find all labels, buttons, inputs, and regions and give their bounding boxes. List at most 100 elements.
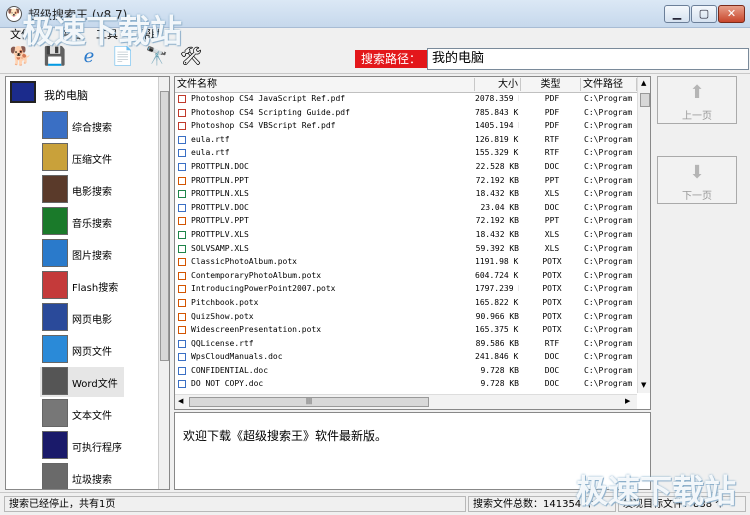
cell-file-type: DOC xyxy=(544,365,560,375)
table-row[interactable]: IntroducingPowerPoint2007.potx 1797.239 K… xyxy=(175,282,637,296)
minimize-button[interactable]: ▁ xyxy=(664,5,690,23)
nav-item-2[interactable]: 压缩文件 xyxy=(40,143,124,173)
nav-item-8[interactable]: 网页文件 xyxy=(40,335,124,365)
nav-item-11[interactable]: 可执行程序 xyxy=(40,431,124,461)
table-row[interactable]: PROTTPLV.XLS 18.432 KB XLS C:\Program xyxy=(175,228,637,242)
nav-item-6[interactable]: Flash搜索 xyxy=(40,271,124,301)
file-type-icon xyxy=(178,176,186,185)
search-path-field[interactable]: 我的电脑 xyxy=(427,48,749,70)
table-row[interactable]: eula.rtf 155.329 KB RTF C:\Program xyxy=(175,146,637,160)
cell-file-name: CONFIDENTIAL.doc xyxy=(191,365,269,375)
nav-item-label: 网页文件 xyxy=(72,347,112,358)
archive-icon xyxy=(42,143,68,171)
table-row[interactable]: Photoshop CS4 Scripting Guide.pdf 785.843… xyxy=(175,106,637,120)
file-type-icon xyxy=(178,258,186,267)
table-row[interactable]: CONFIDENTIAL.doc 9.728 KB DOC C:\Program xyxy=(175,364,637,378)
nav-item-10[interactable]: 文本文件 xyxy=(40,399,124,429)
cell-file-path: C:\Program xyxy=(584,297,633,307)
nav-scrollbar[interactable] xyxy=(158,77,169,489)
cell-file-type: XLS xyxy=(544,229,560,239)
cell-file-name: PROTTPLN.DOC xyxy=(191,161,249,171)
nav-item-3[interactable]: 电影搜索 xyxy=(40,175,124,205)
table-row[interactable]: PROTTPLV.DOC 23.04 KB DOC C:\Program xyxy=(175,201,637,215)
table-row[interactable]: PROTTPLN.XLS 18.432 KB XLS C:\Program xyxy=(175,187,637,201)
nav-root-my-computer[interactable]: 我的电脑 xyxy=(44,87,88,103)
cell-file-type: POTX xyxy=(542,257,562,267)
table-vertical-scrollbar-thumb[interactable] xyxy=(640,93,650,107)
cell-file-name: PROTTPLV.PPT xyxy=(191,216,249,226)
scroll-left-arrow[interactable]: ◀ xyxy=(178,397,183,405)
table-horizontal-scrollbar-thumb[interactable]: ||| xyxy=(189,397,429,407)
table-row[interactable]: WidescreenPresentation.potx 165.375 KB POT… xyxy=(175,323,637,337)
table-row[interactable]: QuizShow.potx 90.966 KB POTX C:\Program xyxy=(175,310,637,324)
cell-file-type: RTF xyxy=(544,338,560,348)
table-row[interactable]: PROTTPLV.PPT 72.192 KB PPT C:\Program xyxy=(175,214,637,228)
cell-file-size: 90.966 KB xyxy=(475,311,519,321)
nav-item-9[interactable]: Word文件 xyxy=(40,367,124,397)
table-body: Photoshop CS4 JavaScript Ref.pdf 2078.359… xyxy=(175,92,637,391)
table-row[interactable]: SOLVSAMP.XLS 59.392 KB XLS C:\Program xyxy=(175,242,637,256)
next-page-button[interactable]: ⬇ 下一页 xyxy=(657,156,737,204)
column-header-size[interactable]: 大小 xyxy=(475,78,521,91)
table-row[interactable]: Pitchbook.potx 165.822 KB POTX C:\Program xyxy=(175,296,637,310)
table-row[interactable]: Photoshop CS4 VBScript Ref.pdf 1405.194 K… xyxy=(175,119,637,133)
message-text: 欢迎下载《超级搜索王》软件最新版。 xyxy=(183,429,388,443)
nav-item-4[interactable]: 音乐搜索 xyxy=(40,207,124,237)
cell-file-type: PPT xyxy=(544,216,560,226)
cell-file-path: C:\Program xyxy=(584,189,633,199)
cell-file-size: 2078.359 KB xyxy=(475,94,519,103)
cell-file-size: 23.04 KB xyxy=(480,202,519,212)
cell-file-name: PROTTPLN.PPT xyxy=(191,175,249,185)
text-file-icon xyxy=(42,399,68,427)
cell-file-size: 1191.98 KB xyxy=(475,257,519,267)
column-header-path[interactable]: 文件路径 xyxy=(581,78,637,91)
nav-item-12[interactable]: 垃圾搜索 xyxy=(40,463,124,489)
cell-file-name: SOLVSAMP.XLS xyxy=(191,243,249,253)
table-row[interactable]: PROTTPLN.DOC 22.528 KB DOC C:\Program xyxy=(175,160,637,174)
scroll-right-arrow[interactable]: ▶ xyxy=(625,397,630,405)
nav-item-label: Word文件 xyxy=(72,379,118,390)
close-button[interactable]: ✕ xyxy=(718,5,745,23)
maximize-button[interactable]: ▢ xyxy=(691,5,717,23)
cell-file-size: 155.329 KB xyxy=(475,148,519,158)
nav-item-label: 压缩文件 xyxy=(72,155,112,166)
nav-scrollbar-thumb[interactable] xyxy=(160,91,169,361)
arrow-up-icon: ⬆ xyxy=(689,82,705,103)
cell-file-size: 604.724 KB xyxy=(475,270,519,280)
table-row[interactable]: ContemporaryPhotoAlbum.potx 604.724 KB POT… xyxy=(175,269,637,283)
table-row[interactable]: QQLicense.rtf 89.586 KB RTF C:\Program xyxy=(175,337,637,351)
category-tree: 我的电脑 综合搜索压缩文件电影搜索 音乐搜索 图片搜索 Flash搜索 网页电影网页文件… xyxy=(5,76,170,490)
column-header-name[interactable]: 文件名称 xyxy=(175,78,475,91)
prev-page-button[interactable]: ⬆ 上一页 xyxy=(657,76,737,124)
file-type-icon xyxy=(178,217,186,226)
nav-item-7[interactable]: 网页电影 xyxy=(40,303,124,333)
column-header-type[interactable]: 类型 xyxy=(521,78,581,91)
cell-file-size: 18.432 KB xyxy=(475,229,519,239)
scroll-down-arrow[interactable]: ▼ xyxy=(641,381,646,389)
table-row[interactable]: WpsCloudManuals.doc 241.846 KB DOC C:\Progr… xyxy=(175,350,637,364)
cell-file-name: IntroducingPowerPoint2007.potx xyxy=(191,284,336,294)
cell-file-type: DOC xyxy=(544,202,560,212)
table-vertical-scrollbar[interactable]: ▲ ▼ xyxy=(637,77,650,393)
comprehensive-search-icon xyxy=(42,111,68,139)
table-row[interactable]: PROTTPLN.PPT 72.192 KB PPT C:\Program xyxy=(175,174,637,188)
table-row[interactable]: DO NOT COPY.doc 9.728 KB DOC C:\Program xyxy=(175,377,637,391)
cell-file-name: Photoshop CS4 JavaScript Ref.pdf xyxy=(191,94,346,103)
cell-file-path: C:\Program xyxy=(584,229,633,239)
table-row[interactable]: ClassicPhotoAlbum.potx 1191.98 KB POTX C:\P… xyxy=(175,255,637,269)
table-row[interactable]: eula.rtf 126.819 KB RTF C:\Program xyxy=(175,133,637,147)
cell-file-name: ClassicPhotoAlbum.potx xyxy=(191,257,297,267)
file-type-icon xyxy=(178,108,186,117)
nav-item-1[interactable]: 综合搜索 xyxy=(40,111,124,141)
table-row[interactable]: Photoshop CS4 JavaScript Ref.pdf 2078.359… xyxy=(175,92,637,106)
cell-file-type: POTX xyxy=(542,284,562,294)
cell-file-size: 9.728 KB xyxy=(480,379,519,389)
app-icon[interactable]: 🐶 xyxy=(6,6,22,22)
scroll-up-arrow[interactable]: ▲ xyxy=(641,79,646,87)
nav-item-5[interactable]: 图片搜索 xyxy=(40,239,124,269)
nav-item-label: 综合搜索 xyxy=(72,123,112,134)
file-type-icon xyxy=(178,162,186,171)
table-horizontal-scrollbar[interactable]: ◀ ||| ▶ xyxy=(175,394,637,409)
computer-icon[interactable] xyxy=(10,81,36,103)
cell-file-name: Photoshop CS4 VBScript Ref.pdf xyxy=(191,121,336,131)
